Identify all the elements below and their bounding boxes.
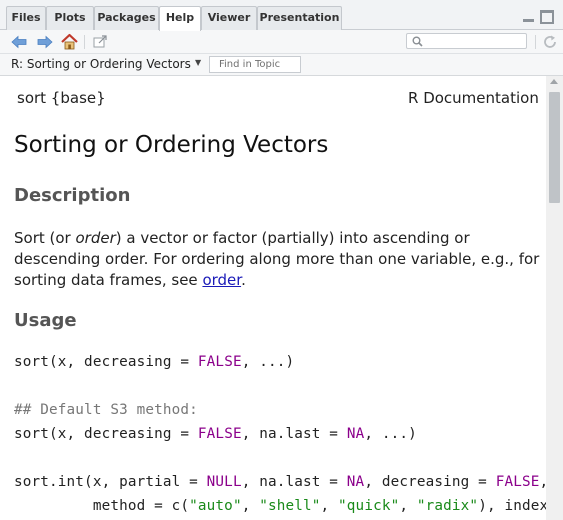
help-search-box[interactable]	[406, 33, 527, 49]
home-icon[interactable]	[60, 33, 79, 51]
usage-code-line: method = c("auto", "shell", "quick", "ra…	[14, 498, 546, 514]
toolbar-separator	[535, 35, 536, 49]
description-heading: Description	[14, 185, 131, 206]
tab-packages[interactable]: Packages	[94, 6, 159, 30]
tab-viewer[interactable]: Viewer	[201, 6, 257, 30]
find-in-topic-input[interactable]	[209, 56, 301, 73]
usage-code-line: sort(x, decreasing = FALSE, na.last = NA…	[14, 426, 417, 442]
topic-history-dropdown[interactable]: R: Sorting or Ordering Vectors	[11, 57, 191, 71]
usage-code-comment: ## Default S3 method:	[14, 402, 198, 418]
help-search-input[interactable]	[427, 34, 523, 48]
usage-heading: Usage	[14, 310, 77, 331]
usage-code-line: sort.int(x, partial = NULL, na.last = NA…	[14, 474, 546, 490]
minimize-pane-button[interactable]	[522, 11, 535, 23]
tab-plots[interactable]: Plots	[46, 6, 94, 30]
refresh-icon[interactable]	[541, 33, 559, 51]
help-document: sort {base} R Documentation Sorting or O…	[0, 76, 546, 520]
back-arrow-icon[interactable]	[10, 33, 28, 51]
pane-tab-bar: Files Plots Packages Help Viewer Present…	[0, 0, 563, 31]
page-title: Sorting or Ordering Vectors	[14, 132, 329, 158]
toolbar-separator	[84, 35, 85, 49]
tab-help[interactable]: Help	[159, 6, 201, 31]
forward-arrow-icon[interactable]	[36, 33, 54, 51]
help-toolbar	[0, 30, 563, 54]
popout-icon[interactable]	[92, 33, 108, 51]
tab-files[interactable]: Files	[6, 6, 46, 30]
tab-presentation[interactable]: Presentation	[257, 6, 342, 30]
maximize-pane-button[interactable]	[540, 10, 554, 24]
topic-bar: R: Sorting or Ordering Vectors ▼	[0, 54, 563, 76]
scrollbar-thumb[interactable]	[549, 92, 560, 203]
doc-package-label: sort {base}	[17, 89, 106, 107]
scroll-up-arrow-icon[interactable]	[550, 79, 558, 84]
usage-code-line: sort(x, decreasing = FALSE, ...)	[14, 354, 295, 370]
search-icon	[412, 36, 423, 47]
emphasis-order: order	[75, 229, 116, 247]
description-text: Sort (or order) a vector or factor (part…	[14, 229, 540, 289]
doc-source-label: R Documentation	[408, 89, 539, 107]
chevron-down-icon[interactable]: ▼	[195, 58, 201, 67]
order-link[interactable]: order	[202, 271, 241, 289]
